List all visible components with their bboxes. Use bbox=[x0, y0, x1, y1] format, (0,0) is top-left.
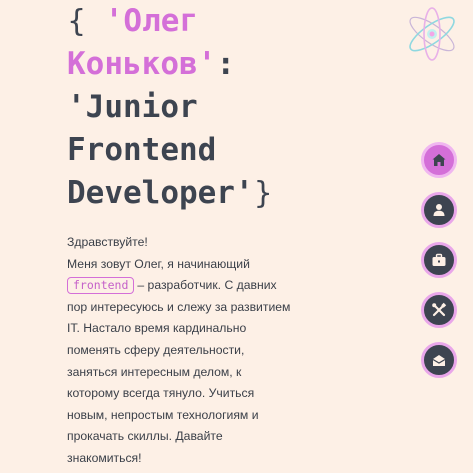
open-brace: { bbox=[67, 4, 87, 39]
tools-icon bbox=[432, 302, 447, 317]
hero-role-2: Frontend bbox=[67, 132, 217, 168]
intro-text: Здравствуйте! Меня зовут Олег, я начинаю… bbox=[67, 232, 297, 470]
intro-line-before-tag: Меня зовут Олег, я начинающий bbox=[67, 256, 250, 271]
atom-logo-icon[interactable] bbox=[404, 6, 460, 62]
briefcase-icon bbox=[432, 253, 446, 266]
nav-home-button[interactable] bbox=[421, 142, 457, 178]
atom-logo-svg bbox=[409, 7, 455, 61]
hero-name-first: 'Олег bbox=[104, 3, 199, 39]
intro-body: frontend – разработчик. С давних пор инте… bbox=[67, 275, 297, 469]
nav-about-button[interactable] bbox=[421, 192, 457, 228]
hero-colon: : bbox=[216, 46, 235, 82]
hero-name-last: Коньков' bbox=[67, 46, 217, 82]
nav-skills-button[interactable] bbox=[421, 292, 457, 328]
nav-portfolio-button[interactable] bbox=[421, 242, 457, 278]
hero-line-name-2: Коньков': bbox=[67, 43, 367, 86]
frontend-tag: frontend bbox=[67, 277, 135, 295]
nav-contact-button[interactable] bbox=[421, 342, 457, 378]
home-icon bbox=[432, 154, 446, 166]
mail-open-icon bbox=[432, 355, 446, 366]
hero-line-name-1: { 'Олег bbox=[67, 0, 367, 43]
user-icon bbox=[433, 204, 445, 216]
hero-title: { 'Олег Коньков': 'Junior Frontend Devel… bbox=[67, 0, 367, 215]
intro-greeting: Здравствуйте! bbox=[67, 235, 148, 249]
hero-role-1: 'Junior bbox=[67, 89, 198, 125]
close-brace: } bbox=[253, 176, 273, 211]
intro-text-after-tag: – разработчик. С давних пор интересуюсь … bbox=[67, 278, 291, 465]
hero-line-role-3: Developer'} bbox=[67, 172, 367, 215]
hero-role-3: Developer' bbox=[67, 175, 254, 211]
